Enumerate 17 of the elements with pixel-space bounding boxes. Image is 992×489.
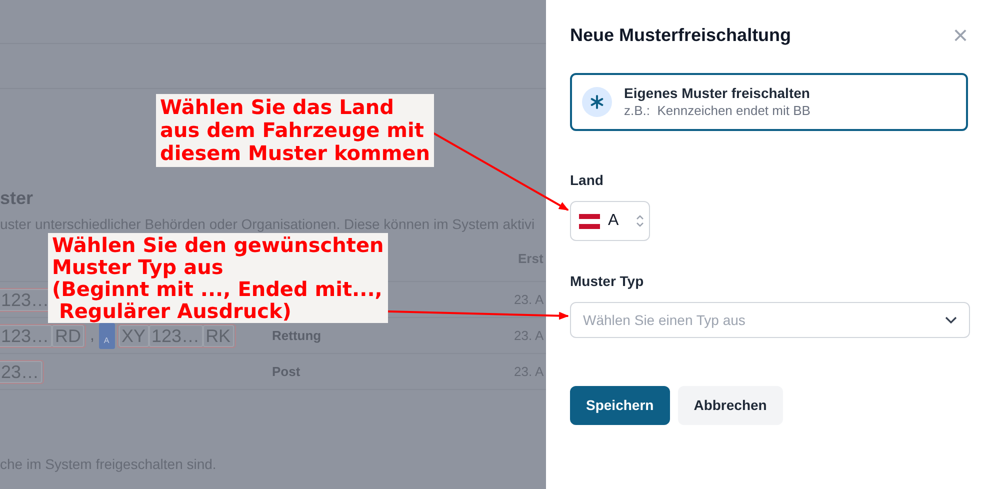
option-subtitle: z.B.: Kennzeichen endet mit BB [624, 102, 810, 120]
asterisk-icon [582, 87, 612, 117]
chevron-up-down-icon [635, 213, 645, 229]
chevron-down-icon [945, 316, 957, 324]
save-button[interactable]: Speichern [570, 386, 670, 425]
annotation-callout: Wählen Sie das Land aus dem Fahrzeuge mit diesem Muster kommen [156, 94, 434, 167]
option-card[interactable]: Eigenes Muster freischalten z.B.: Kennzeichen endet mit BB [570, 73, 968, 131]
separator: , [90, 326, 94, 346]
field-label: Land [570, 171, 604, 190]
annotation-callout: Wählen Sie den gewünschten Muster Typ aus (Beginnt mit ..., Ended mit..., Regulärer Ausdruck) [48, 233, 388, 323]
field-label: Muster Typ [570, 272, 645, 291]
flag-icon [579, 214, 600, 228]
panel-title: Neue Musterfreischaltung [570, 24, 792, 47]
cancel-button[interactable]: Abbrechen [678, 386, 783, 425]
country-select[interactable]: A [570, 201, 650, 241]
plate-badge: A [98, 322, 114, 348]
option-title: Eigenes Muster freischalten [624, 84, 810, 102]
